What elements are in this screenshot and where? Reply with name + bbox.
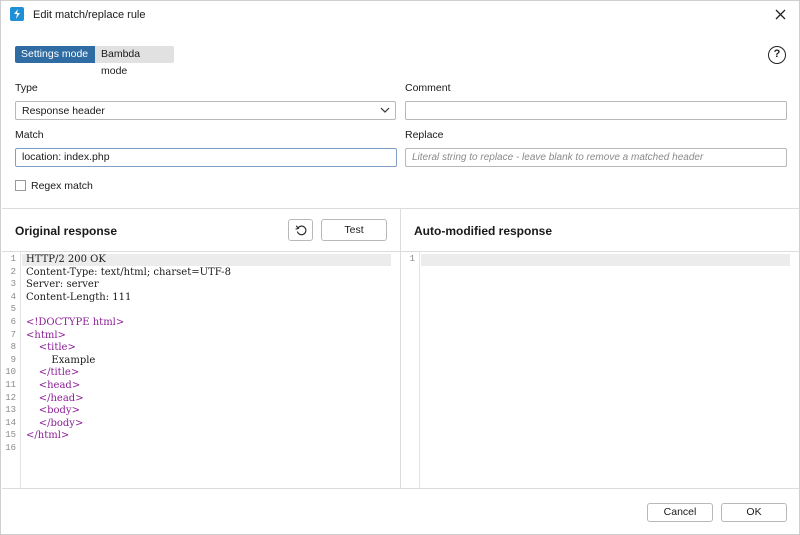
mode-toggle: Settings mode Bambda mode [15,46,174,77]
code-line: <title> [38,342,76,354]
line-number: 1 [409,254,415,264]
line-number: 5 [10,304,16,315]
original-response-title: Original response [15,224,118,238]
dialog-window: Edit match/replace rule Settings mode Ba… [0,0,800,535]
line-number: 12 [5,392,16,403]
line-number: 4 [10,291,16,302]
code-line: <!DOCTYPE html> [26,317,125,328]
line-number: 15 [5,430,16,441]
section-divider [2,208,800,209]
line-number: 3 [10,279,16,290]
code-line: Content-Length: 111 [26,291,132,303]
title-bar: Edit match/replace rule [1,1,799,29]
refresh-icon [295,225,307,236]
comment-field[interactable] [405,101,787,120]
window-title: Edit match/replace rule [33,9,146,21]
type-label: Type [15,82,38,94]
line-number: 7 [10,329,16,340]
cancel-button[interactable]: Cancel [647,503,713,522]
current-line-highlight [421,254,790,266]
close-button[interactable] [769,5,791,25]
type-select-value: Response header [22,105,105,117]
replace-field-placeholder: Literal string to replace - leave blank … [412,152,704,163]
line-number: 8 [10,342,16,353]
line-number: 1 [10,254,16,264]
line-number-gutter: 1 [401,252,420,488]
line-number-gutter: 1 2 3 4 5 6 7 8 9 10 11 12 13 14 15 16 [2,252,21,488]
line-number: 9 [10,354,16,365]
line-number: 16 [5,443,16,453]
test-button[interactable]: Test [321,219,387,241]
code-line: <head> [38,380,81,391]
code-line: </body> [38,417,84,429]
line-number: 10 [5,367,16,378]
app-logo-icon [10,7,24,21]
regex-match-label: Regex match [31,180,93,192]
chevron-down-icon [380,107,390,113]
line-number: 13 [5,405,16,416]
code-line: </head> [38,392,84,404]
ok-button[interactable]: OK [721,503,787,522]
code-line: Content-Type: text/html; charset=UTF-8 [26,266,231,278]
replace-field[interactable]: Literal string to replace - leave blank … [405,148,787,167]
help-icon[interactable]: ? [768,46,786,64]
code-line: <body> [38,405,80,417]
replace-label: Replace [405,129,444,141]
line-number: 14 [5,417,16,428]
reset-button[interactable] [288,219,313,241]
code-line: Server: server [26,279,99,291]
line-number: 6 [10,317,16,327]
tab-settings-mode[interactable]: Settings mode [15,46,95,63]
regex-match-checkbox[interactable] [15,180,26,191]
tab-bambda-mode[interactable]: Bambda mode [95,46,174,77]
match-label: Match [15,129,44,141]
auto-modified-response-title: Auto-modified response [414,224,553,238]
line-number: 2 [10,266,16,277]
footer-divider [2,488,800,489]
type-select[interactable]: Response header [15,101,396,120]
modified-response-editor[interactable]: 1 [401,252,799,488]
code-line: Example [26,354,96,366]
original-response-editor[interactable]: 1 2 3 4 5 6 7 8 9 10 11 12 13 14 15 16 HTTP/2 200 OK Con… [2,252,400,488]
code-line: </title> [38,367,80,379]
code-line: <html> [26,329,66,341]
comment-label: Comment [405,82,451,94]
match-field[interactable]: location: index.php [15,148,397,167]
line-number: 11 [5,380,16,390]
code-line: HTTP/2 200 OK [26,254,106,265]
code-line: </html> [26,430,70,442]
close-icon [775,9,785,20]
